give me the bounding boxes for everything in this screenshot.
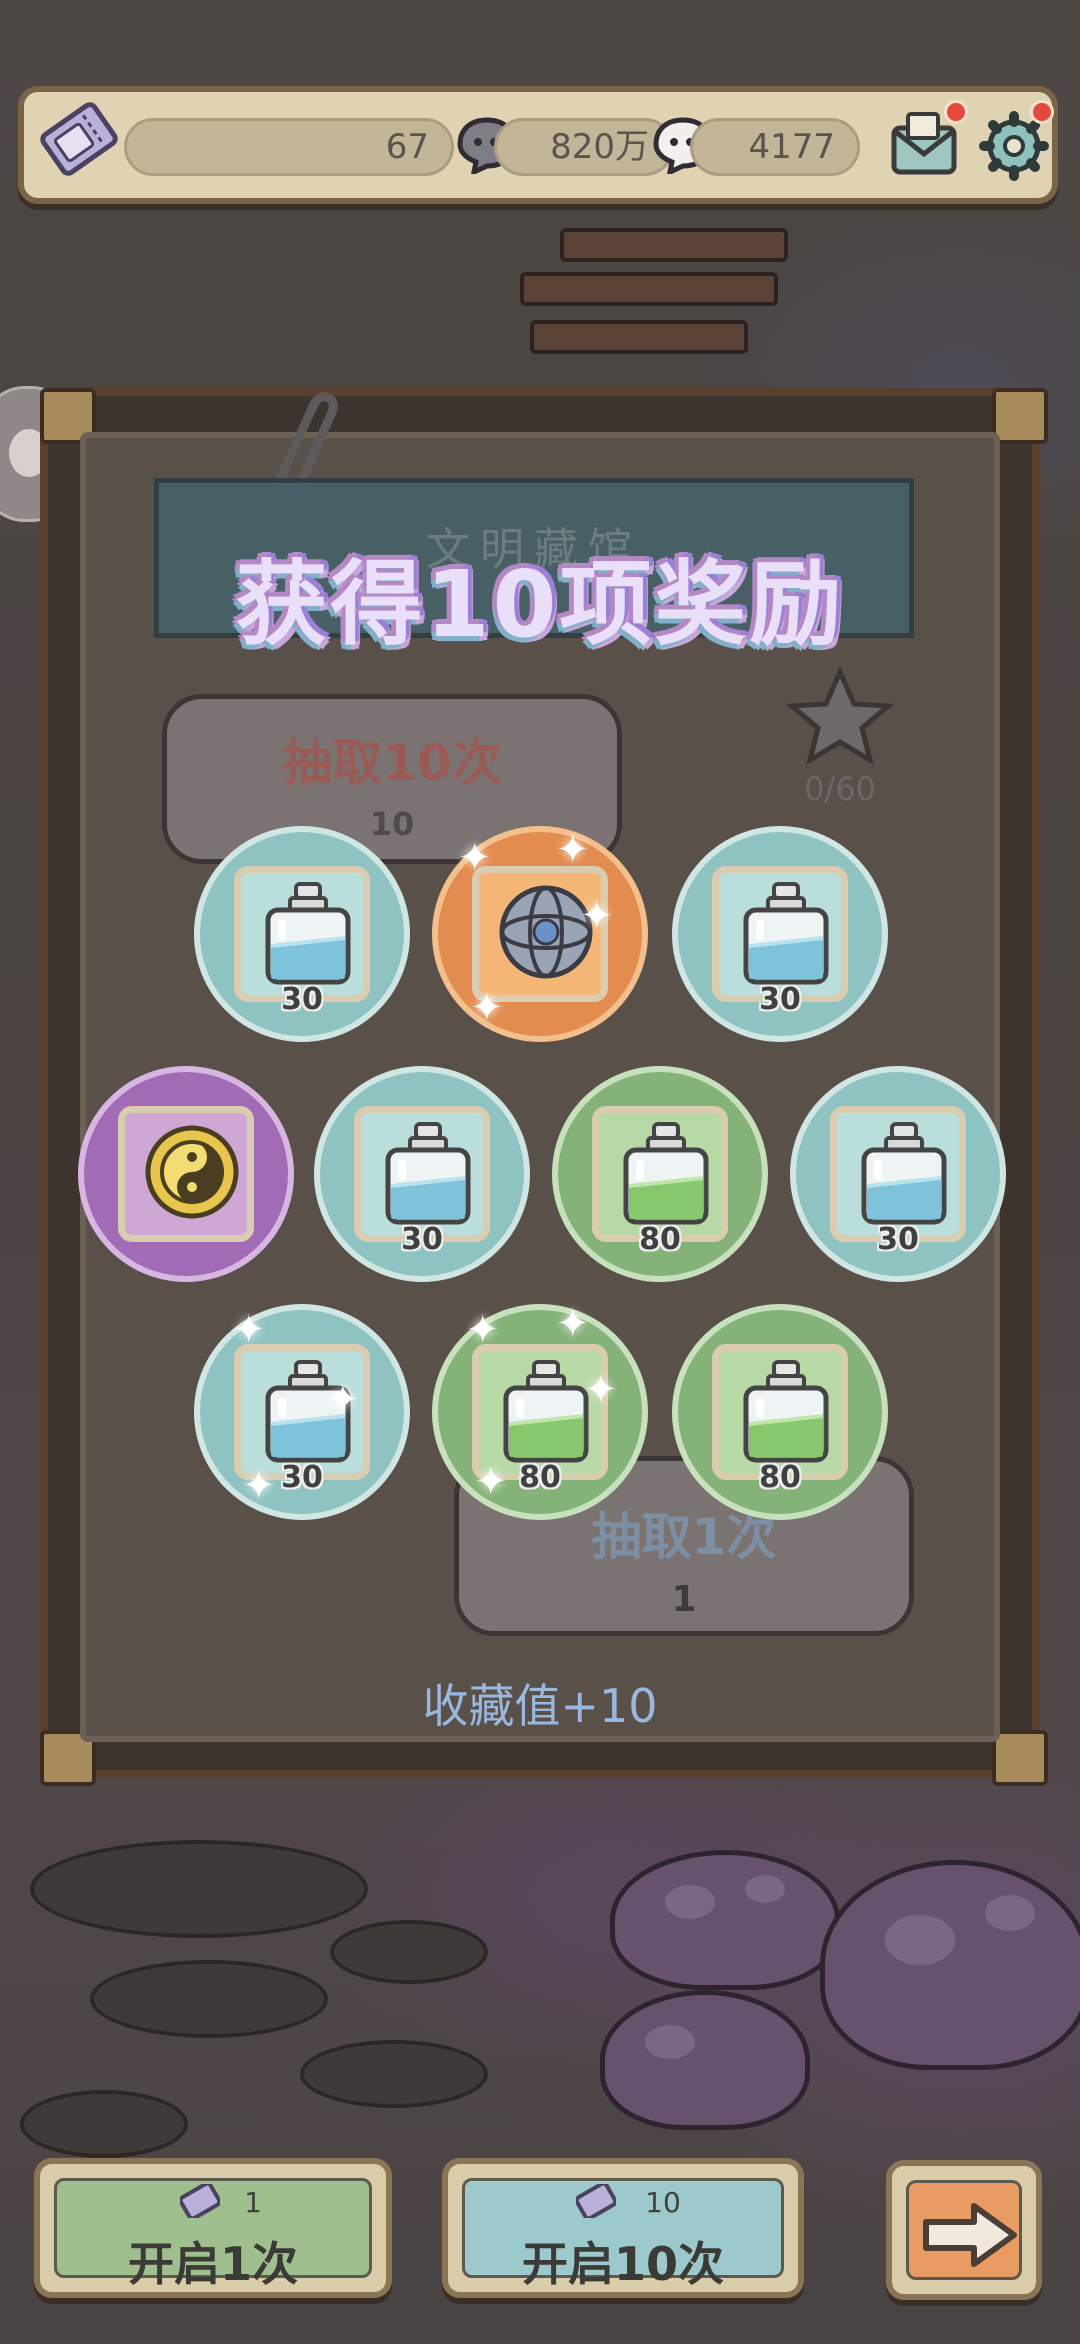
resource-bar: 67 820万 4177 (18, 86, 1058, 204)
frame-corner (992, 388, 1048, 444)
blue-potion-icon (743, 882, 829, 985)
reward-item[interactable]: 30 (314, 1066, 530, 1282)
reward-item[interactable]: 80 (552, 1066, 768, 1282)
stepping-stone (20, 2090, 188, 2158)
star-progress-text: 0/60 (804, 770, 876, 808)
collection-value-text: 收藏值+10 (422, 1679, 658, 1733)
reward-count: 30 (759, 982, 801, 1017)
reward-item[interactable]: 30 (194, 1304, 410, 1520)
blue-potion-icon (265, 882, 351, 985)
sparkle: ✦ (580, 893, 614, 939)
reward-count: 80 (519, 1460, 561, 1495)
sparkle: ✦ (556, 1301, 590, 1347)
stepping-stone (300, 2040, 488, 2108)
mail-notification-dot (944, 100, 968, 124)
ticket-count: 67 (124, 118, 454, 176)
mushroom (600, 1990, 810, 2130)
sparkle: ✦ (466, 1307, 500, 1353)
reward-count: 30 (281, 982, 323, 1017)
arrow-right-icon (923, 2203, 1017, 2267)
sparkle: ✦ (458, 835, 492, 881)
open-1-label: 开启1次 (127, 2237, 298, 2291)
ticket-icon (40, 102, 118, 176)
reward-popup-title: 获得10项奖励 (235, 551, 845, 658)
sparkle: ✦ (232, 1307, 266, 1353)
open-1-cost: 1 (244, 2186, 262, 2219)
wooden-stair (520, 272, 778, 306)
stepping-stone (30, 1840, 368, 1938)
blue-potion-icon (861, 1122, 947, 1225)
mushroom (820, 1860, 1080, 2070)
open-1-button[interactable]: 1 开启1次 (34, 2158, 392, 2298)
sparkle: ✦ (474, 1459, 508, 1505)
draw-1-cost: 1 (671, 1579, 697, 1620)
wooden-stair (560, 228, 788, 262)
star-progress: 0/60 (780, 665, 900, 816)
yin-yang-coin-icon (145, 1125, 239, 1219)
wooden-stair (530, 320, 748, 354)
reward-item[interactable]: 80 (672, 1304, 888, 1520)
sparkle: ✦ (242, 1463, 276, 1509)
next-button[interactable] (886, 2160, 1042, 2300)
frame-corner (992, 1730, 1048, 1786)
stepping-stone (330, 1920, 488, 1984)
star-icon (785, 665, 895, 766)
sparkle: ✦ (556, 827, 590, 873)
soul-count: 4177 (690, 118, 860, 176)
sparkle: ✦ (326, 1377, 360, 1423)
reward-count: 30 (401, 1222, 443, 1257)
stepping-stone (90, 1960, 328, 2038)
reward-count: 80 (639, 1222, 681, 1257)
reward-item[interactable]: 30 (790, 1066, 1006, 1282)
reward-count: 30 (281, 1460, 323, 1495)
ghost-coin-count: 820万 (494, 118, 674, 176)
reward-item[interactable]: 30 (194, 826, 410, 1042)
blue-potion-icon (385, 1122, 471, 1225)
reward-count: 80 (759, 1460, 801, 1495)
sparkle: ✦ (584, 1367, 618, 1413)
reward-count: 30 (877, 1222, 919, 1257)
open-10-cost: 10 (645, 2186, 681, 2219)
draw-10-label: 抽取10次 (282, 734, 502, 792)
green-potion-icon (623, 1122, 709, 1225)
green-potion-icon (743, 1360, 829, 1463)
open-10-button[interactable]: 10 开启10次 (442, 2158, 804, 2298)
reward-item[interactable]: 30 (672, 826, 888, 1042)
mushroom (610, 1850, 840, 1990)
sparkle: ✦ (470, 985, 504, 1031)
open-10-label: 开启10次 (521, 2237, 724, 2291)
settings-notification-dot (1030, 100, 1054, 124)
green-potion-icon (503, 1360, 589, 1463)
reward-item[interactable] (78, 1066, 294, 1282)
